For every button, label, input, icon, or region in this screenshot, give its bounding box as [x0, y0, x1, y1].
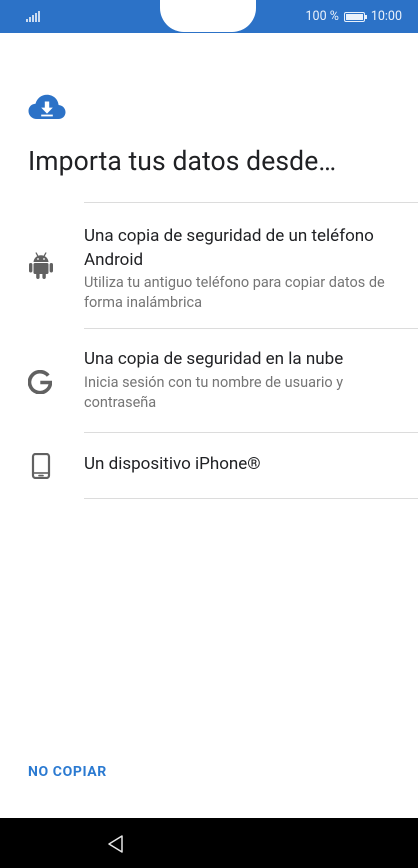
status-time: 10:00 — [370, 9, 402, 24]
cloud-download-icon — [28, 94, 66, 119]
option-title: Una copia de seguridad en la nube — [84, 349, 344, 369]
option-description: Utiliza tu antiguo teléfono para copiar … — [84, 274, 385, 311]
status-indicators: 100 % 10:00 — [306, 9, 402, 25]
option-title: Una copia de seguridad de un teléfono An… — [84, 226, 374, 270]
back-triangle-icon[interactable] — [106, 834, 126, 854]
signal-icon — [26, 10, 40, 22]
battery-icon — [343, 12, 367, 22]
battery-percentage: 100 % — [305, 9, 339, 24]
navigation-bar — [0, 818, 418, 868]
camera-notch — [160, 0, 256, 32]
smartphone-icon — [31, 453, 51, 479]
option-title: Un dispositivo iPhone® — [84, 454, 261, 474]
option-description: Inicia sesión con tu nombre de usuario y… — [84, 374, 344, 411]
page-title: Importa tus datos desde… — [28, 146, 337, 177]
google-icon — [28, 370, 52, 394]
import-options-list: Una copia de seguridad de un teléfono An… — [0, 202, 418, 499]
android-icon — [29, 252, 53, 279]
option-android-backup[interactable]: Una copia de seguridad de un teléfono An… — [0, 203, 418, 328]
option-cloud-backup[interactable]: Una copia de seguridad en la nube Inicia… — [0, 329, 418, 432]
skip-copy-button[interactable]: NO COPIAR — [28, 764, 107, 780]
option-iphone[interactable]: Un dispositivo iPhone® — [0, 433, 418, 498]
divider — [84, 498, 418, 499]
status-bar: 100 % 10:00 — [0, 0, 418, 33]
